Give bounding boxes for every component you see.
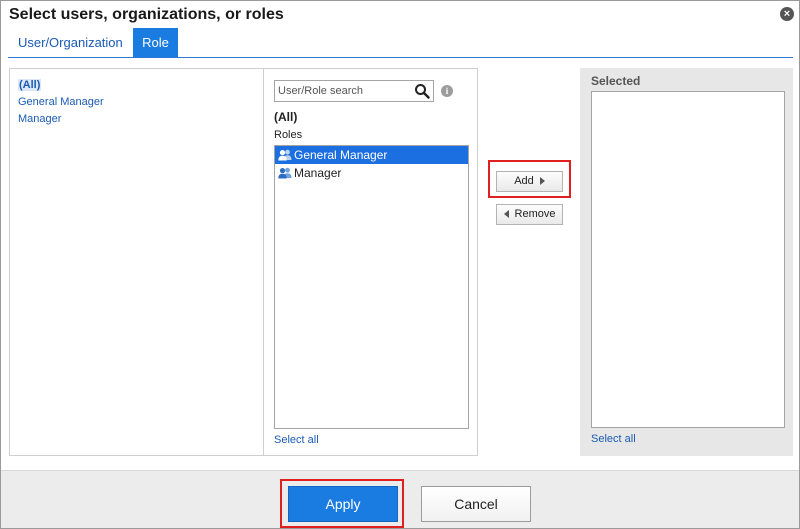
tab-role[interactable]: Role: [133, 28, 178, 57]
role-group-icon: [278, 167, 292, 179]
dialog-footer: Apply Cancel: [1, 470, 799, 528]
cancel-button[interactable]: Cancel: [421, 486, 531, 522]
select-all-candidates-link[interactable]: Select all: [274, 434, 319, 446]
selected-label: Selected: [591, 74, 641, 88]
role-item-label: Manager: [294, 166, 342, 180]
selected-list[interactable]: [591, 91, 785, 428]
arrow-left-icon: [503, 210, 509, 219]
role-item-label: General Manager: [294, 148, 388, 162]
dialog-title: Select users, organizations, or roles: [9, 6, 284, 23]
role-group-icon: [278, 149, 292, 161]
close-icon[interactable]: ×: [780, 7, 794, 21]
tab-user-organization[interactable]: User/Organization: [8, 28, 130, 57]
list-item[interactable]: Manager: [275, 164, 468, 182]
current-group-heading: (All): [274, 110, 298, 124]
arrow-right-icon: [539, 177, 545, 186]
list-item[interactable]: General Manager: [275, 146, 468, 164]
role-group-tree: (All) General Manager Manager: [9, 68, 264, 456]
add-button-label: Add: [514, 175, 534, 187]
role-candidates-pane: i (All) Roles General Manager: [263, 68, 478, 456]
search-box: [274, 80, 434, 102]
role-candidate-list[interactable]: General Manager Manager: [274, 145, 469, 429]
remove-button-label: Remove: [514, 208, 556, 220]
tree-item-all[interactable]: (All): [18, 77, 104, 94]
tab-content: (All) General Manager Manager i (All) Ro…: [8, 57, 793, 461]
tree-item-manager[interactable]: Manager: [18, 111, 104, 128]
select-all-selected-link[interactable]: Select all: [591, 433, 636, 445]
search-icon[interactable]: [414, 83, 430, 99]
role-group-list: (All) General Manager Manager: [10, 77, 104, 128]
selected-pane: Selected Select all: [580, 68, 793, 456]
info-icon[interactable]: i: [441, 85, 453, 97]
apply-button[interactable]: Apply: [288, 486, 398, 522]
select-dialog: Select users, organizations, or roles × …: [0, 0, 800, 529]
tree-item-general-manager[interactable]: General Manager: [18, 94, 104, 111]
add-button[interactable]: Add: [496, 171, 563, 192]
remove-button[interactable]: Remove: [496, 204, 563, 225]
roles-label: Roles: [274, 129, 303, 141]
search-input[interactable]: [275, 81, 413, 101]
